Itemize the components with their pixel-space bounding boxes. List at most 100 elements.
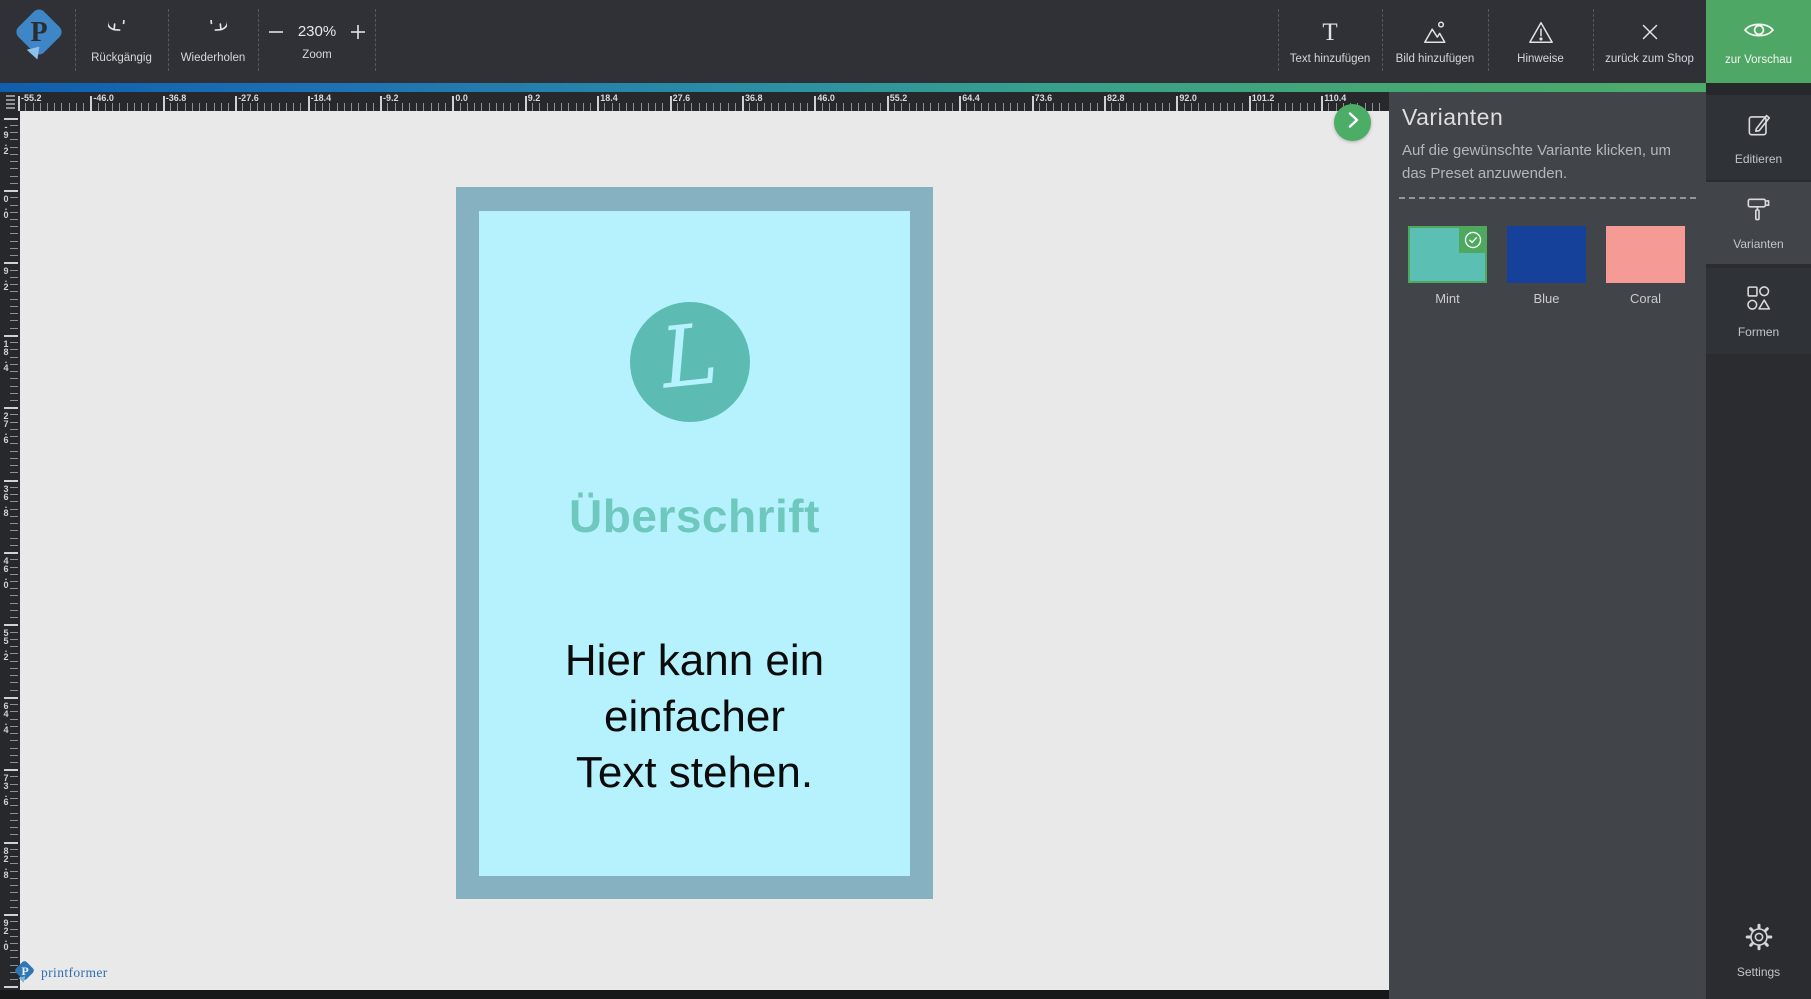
ruler-label: -36.8 — [165, 93, 187, 103]
footer-brand[interactable]: P printformer — [13, 959, 108, 985]
text-icon: T — [1317, 19, 1343, 45]
undo-button[interactable]: Rückgängig — [76, 0, 167, 83]
ruler-label: 36.8 — [1, 483, 11, 516]
ruler-tick — [1176, 96, 1179, 111]
ruler-tick — [10, 276, 18, 278]
ruler-tick — [691, 103, 693, 111]
ruler-tick — [821, 103, 823, 111]
ruler-tick — [1161, 103, 1163, 111]
add-image-button[interactable]: Bild hinzufügen — [1383, 0, 1487, 83]
ruler-label: 27.6 — [1, 411, 11, 444]
ruler-tick — [10, 255, 18, 257]
ruler-tick — [915, 103, 917, 111]
ruler-label: 27.6 — [672, 93, 691, 103]
sidebar-item-shapes[interactable]: Formen — [1706, 268, 1811, 354]
ruler-tick — [39, 103, 41, 111]
ruler-tick — [10, 486, 18, 488]
card-body-line: einfacher — [603, 692, 785, 741]
printformer-logo-icon[interactable]: P — [12, 6, 66, 62]
ruler-tick — [10, 646, 18, 648]
ruler-tick — [416, 103, 418, 111]
ruler-tick — [1256, 103, 1257, 111]
variant-label: Mint — [1435, 291, 1460, 306]
add-text-button[interactable]: T Text hinzufügen — [1279, 0, 1381, 83]
ruler-label: 82.8 — [1107, 93, 1125, 103]
ruler-tick — [10, 602, 18, 604]
ruler-label: 73.6 — [1034, 93, 1053, 103]
ruler-tick — [10, 588, 18, 590]
ruler-tick — [10, 146, 18, 148]
zoom-control: 230% Zoom — [259, 0, 375, 83]
variant-coral-swatch[interactable] — [1606, 226, 1685, 283]
ruler-tick — [10, 269, 18, 271]
ruler-tick — [1183, 103, 1185, 111]
collapse-panel-button[interactable] — [1334, 104, 1371, 141]
ruler-tick — [10, 762, 18, 763]
selected-badge — [1459, 226, 1487, 253]
ruler-tick — [10, 211, 18, 213]
ruler-tick — [4, 117, 18, 120]
ruler-tick — [886, 96, 889, 111]
ruler-tick — [930, 103, 932, 111]
ruler-tick — [32, 103, 34, 111]
ruler-tick — [10, 349, 18, 351]
ruler-tick — [872, 103, 874, 111]
ruler-tick — [10, 885, 18, 886]
ruler-tick — [10, 400, 18, 401]
ruler-tick — [865, 103, 867, 111]
ruler-tick — [10, 675, 18, 677]
ruler-tick — [850, 103, 852, 111]
ruler-tick — [10, 515, 18, 517]
sidebar-item-variants[interactable]: Varianten — [1706, 182, 1811, 264]
card-body-text[interactable]: Hier kann ein einfacher Text stehen. — [456, 633, 933, 801]
redo-button[interactable]: Wiederholen — [169, 0, 257, 83]
variant-blue-swatch[interactable] — [1507, 226, 1586, 283]
ruler-tick — [293, 103, 295, 111]
ruler-tick — [988, 103, 990, 111]
horizontal-ruler: -55.2 -46.0 -36.8 -27.6 -18.4 -9.2 0.0 9.2 18.4 2… — [0, 92, 1389, 111]
ruler-tick — [10, 385, 18, 387]
ruler-tick — [372, 103, 374, 111]
ruler-tick — [763, 103, 765, 111]
ruler-tick — [394, 103, 396, 111]
ruler-tick — [10, 168, 18, 170]
ruler-tick — [771, 103, 772, 111]
ruler-tick — [640, 103, 642, 111]
ruler-tick — [734, 103, 736, 111]
ruler-tick — [199, 103, 200, 111]
sidebar-item-edit[interactable]: Editieren — [1706, 95, 1811, 180]
hints-button[interactable]: Hinweise — [1489, 0, 1592, 83]
sidebar-item-label: Settings — [1736, 965, 1781, 979]
ruler-tick — [1285, 103, 1286, 111]
ruler-label: 55.2 — [1, 628, 11, 661]
ruler-tick — [843, 103, 845, 111]
zoom-out-button[interactable] — [267, 23, 285, 41]
ruler-tick — [10, 313, 18, 315]
ruler-tick — [1292, 103, 1294, 111]
preview-label: zur Vorschau — [1724, 53, 1793, 66]
progress-gradient-bar — [0, 83, 1811, 92]
zoom-in-button[interactable] — [349, 23, 367, 41]
ruler-label: -9.2 — [1, 121, 11, 154]
ruler-tick — [966, 103, 968, 111]
card-heading-text[interactable]: Überschrift — [456, 489, 933, 545]
back-to-shop-button[interactable]: zurück zum Shop — [1594, 0, 1705, 83]
ruler-tick — [452, 96, 455, 111]
ruler-tick — [423, 103, 425, 111]
card-logo-circle[interactable]: L — [630, 302, 750, 422]
ruler-tick — [959, 96, 962, 111]
ruler-tick — [814, 96, 817, 111]
ruler-tick — [10, 834, 18, 836]
variant-mint-swatch[interactable] — [1408, 226, 1487, 283]
preview-button[interactable]: zur Vorschau — [1706, 0, 1811, 83]
ruler-tick — [459, 103, 461, 111]
ruler-tick — [409, 103, 410, 111]
ruler-tick — [10, 161, 18, 162]
ruler-tick — [10, 501, 18, 503]
ruler-tick — [358, 103, 360, 111]
sidebar-item-settings[interactable]: Settings — [1706, 905, 1811, 995]
ruler-tick — [1096, 103, 1098, 111]
ruler-tick — [83, 103, 85, 111]
ruler-label: 64.4 — [1, 700, 11, 733]
ruler-tick — [10, 740, 18, 742]
